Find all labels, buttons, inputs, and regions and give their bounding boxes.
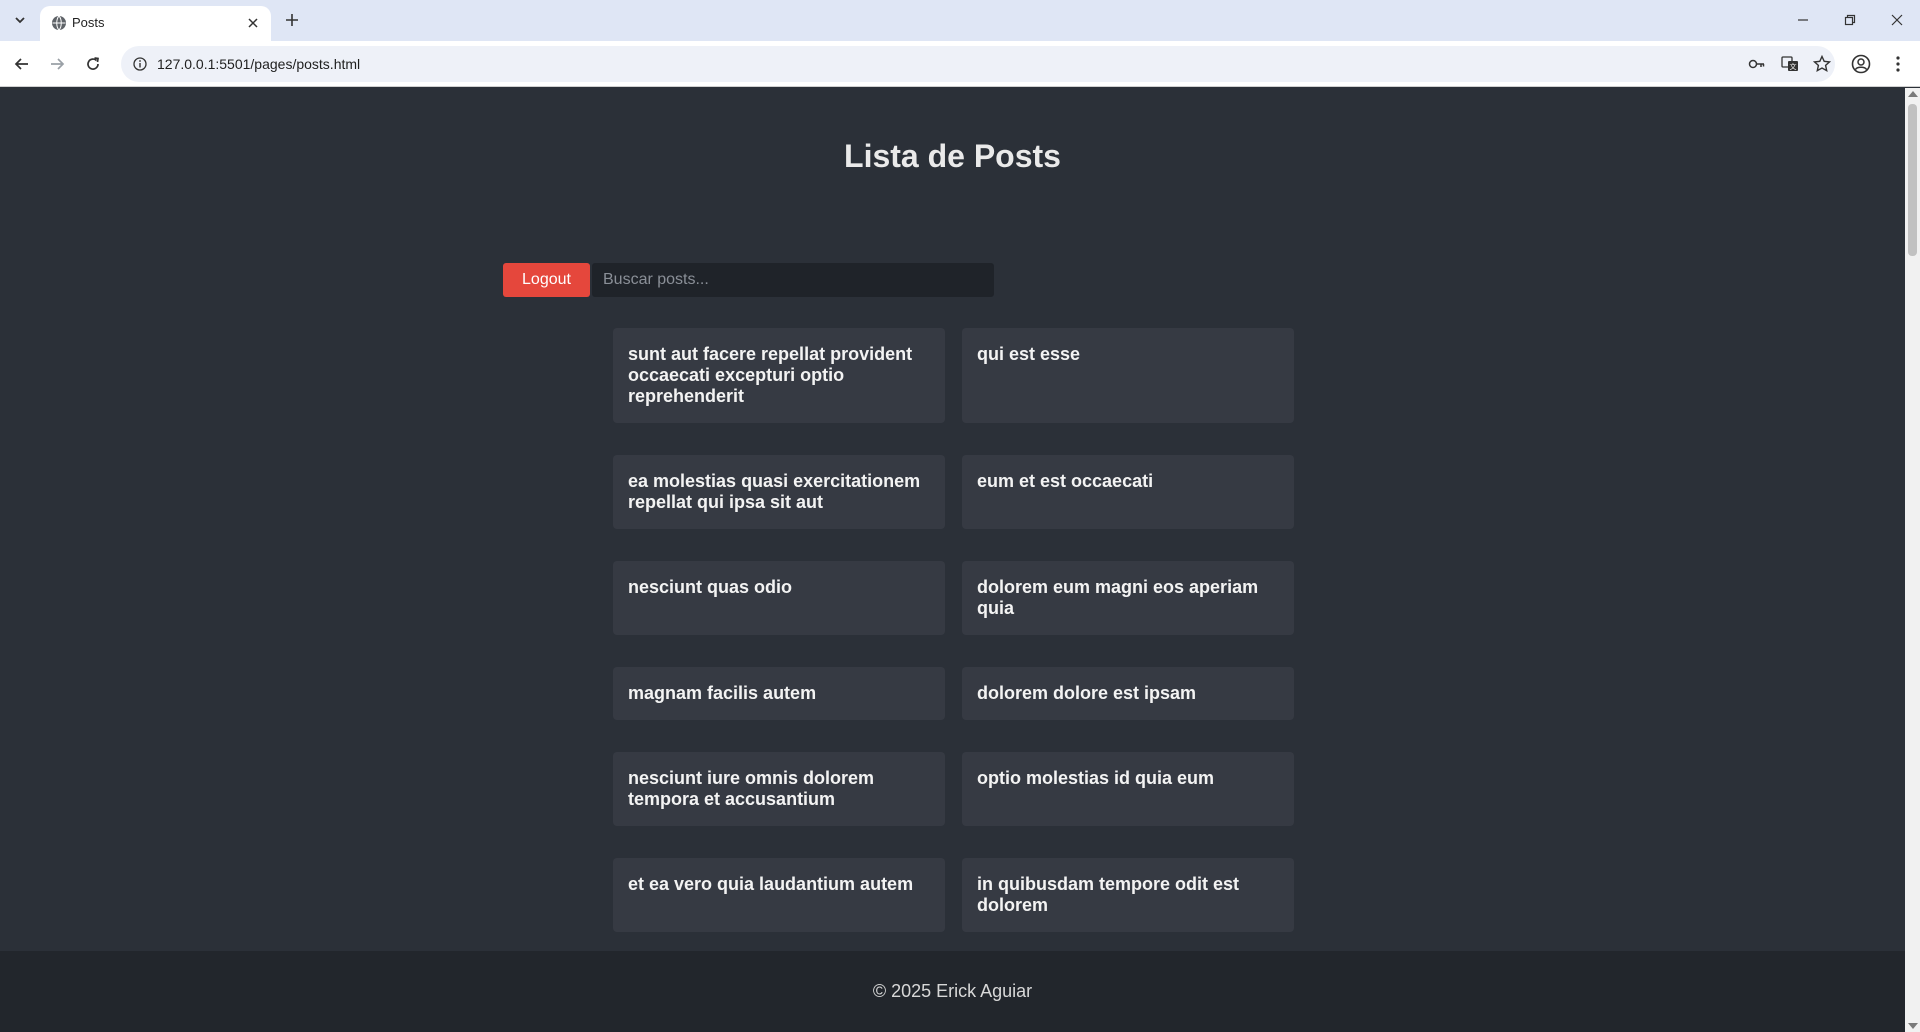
post-card[interactable]: magnam facilis autem <box>613 667 945 720</box>
post-card[interactable]: in quibusdam tempore odit est dolorem <box>962 858 1294 932</box>
browser-tab[interactable]: Posts <box>40 6 271 41</box>
url-text: 127.0.0.1:5501/pages/posts.html <box>157 56 361 72</box>
address-bar[interactable]: 127.0.0.1:5501/pages/posts.html 文 <box>121 46 1835 82</box>
kebab-menu-icon[interactable] <box>1884 50 1912 78</box>
post-card[interactable]: eum et est occaecati <box>962 455 1294 529</box>
close-tab-icon[interactable] <box>243 13 263 33</box>
post-title: et ea vero quia laudantium autem <box>628 874 914 894</box>
search-input[interactable] <box>592 263 994 297</box>
post-title: qui est esse <box>977 344 1081 364</box>
browser-tab-bar: Posts <box>0 0 1920 41</box>
post-title: optio molestias id quia eum <box>977 768 1215 788</box>
profile-avatar-icon[interactable] <box>1847 50 1875 78</box>
post-card[interactable]: sunt aut facere repellat provident occae… <box>613 328 945 423</box>
post-card[interactable]: optio molestias id quia eum <box>962 752 1294 826</box>
page-title: Lista de Posts <box>844 138 1061 174</box>
forward-arrow-icon[interactable] <box>43 50 71 78</box>
post-title: in quibusdam tempore odit est dolorem <box>977 874 1240 915</box>
new-tab-plus-icon[interactable] <box>280 8 304 32</box>
scroll-down-arrow-icon[interactable] <box>1908 1023 1918 1029</box>
site-info-icon[interactable] <box>131 55 149 73</box>
restore-icon[interactable] <box>1827 5 1873 35</box>
scroll-up-arrow-icon[interactable] <box>1908 91 1918 97</box>
back-arrow-icon[interactable] <box>8 50 36 78</box>
minimize-icon[interactable] <box>1780 5 1826 35</box>
password-key-icon[interactable] <box>1746 53 1768 75</box>
post-title: sunt aut facere repellat provident occae… <box>628 344 913 406</box>
post-card[interactable]: dolorem eum magni eos aperiam quia <box>962 561 1294 635</box>
post-title: nesciunt quas odio <box>628 577 793 597</box>
post-card[interactable]: nesciunt iure omnis dolorem tempora et a… <box>613 752 945 826</box>
post-card[interactable]: qui est esse <box>962 328 1294 423</box>
footer-copyright: © 2025 Erick Aguiar <box>872 981 1033 1001</box>
logout-button[interactable]: Logout <box>503 263 590 297</box>
browser-toolbar: 127.0.0.1:5501/pages/posts.html 文 <box>0 41 1920 87</box>
post-title: eum et est occaecati <box>977 471 1154 491</box>
post-card[interactable]: ea molestias quasi exercitationem repell… <box>613 455 945 529</box>
svg-text:文: 文 <box>1790 62 1797 71</box>
bookmark-star-icon[interactable] <box>1811 53 1833 75</box>
post-card[interactable]: nesciunt quas odio <box>613 561 945 635</box>
post-title: dolorem eum magni eos aperiam quia <box>977 577 1259 618</box>
post-card[interactable]: dolorem dolore est ipsam <box>962 667 1294 720</box>
globe-icon <box>51 15 67 31</box>
page-footer: © 2025 Erick Aguiar <box>0 951 1905 1032</box>
page-scrollbar[interactable] <box>1905 88 1920 1032</box>
post-title: ea molestias quasi exercitationem repell… <box>628 471 921 512</box>
tab-search-chevron-icon[interactable] <box>7 9 33 31</box>
post-title: dolorem dolore est ipsam <box>977 683 1197 703</box>
post-title: magnam facilis autem <box>628 683 817 703</box>
scrollbar-thumb[interactable] <box>1908 104 1917 256</box>
post-title: nesciunt iure omnis dolorem tempora et a… <box>628 768 875 809</box>
post-card[interactable]: et ea vero quia laudantium autem <box>613 858 945 932</box>
tab-title: Posts <box>72 15 105 30</box>
translate-icon[interactable]: 文 <box>1779 53 1801 75</box>
posts-grid: sunt aut facere repellat provident occae… <box>613 328 1294 932</box>
close-window-icon[interactable] <box>1874 5 1920 35</box>
page-viewport: Lista de Posts Logout sunt aut facere re… <box>0 88 1905 1032</box>
reload-icon[interactable] <box>79 50 107 78</box>
